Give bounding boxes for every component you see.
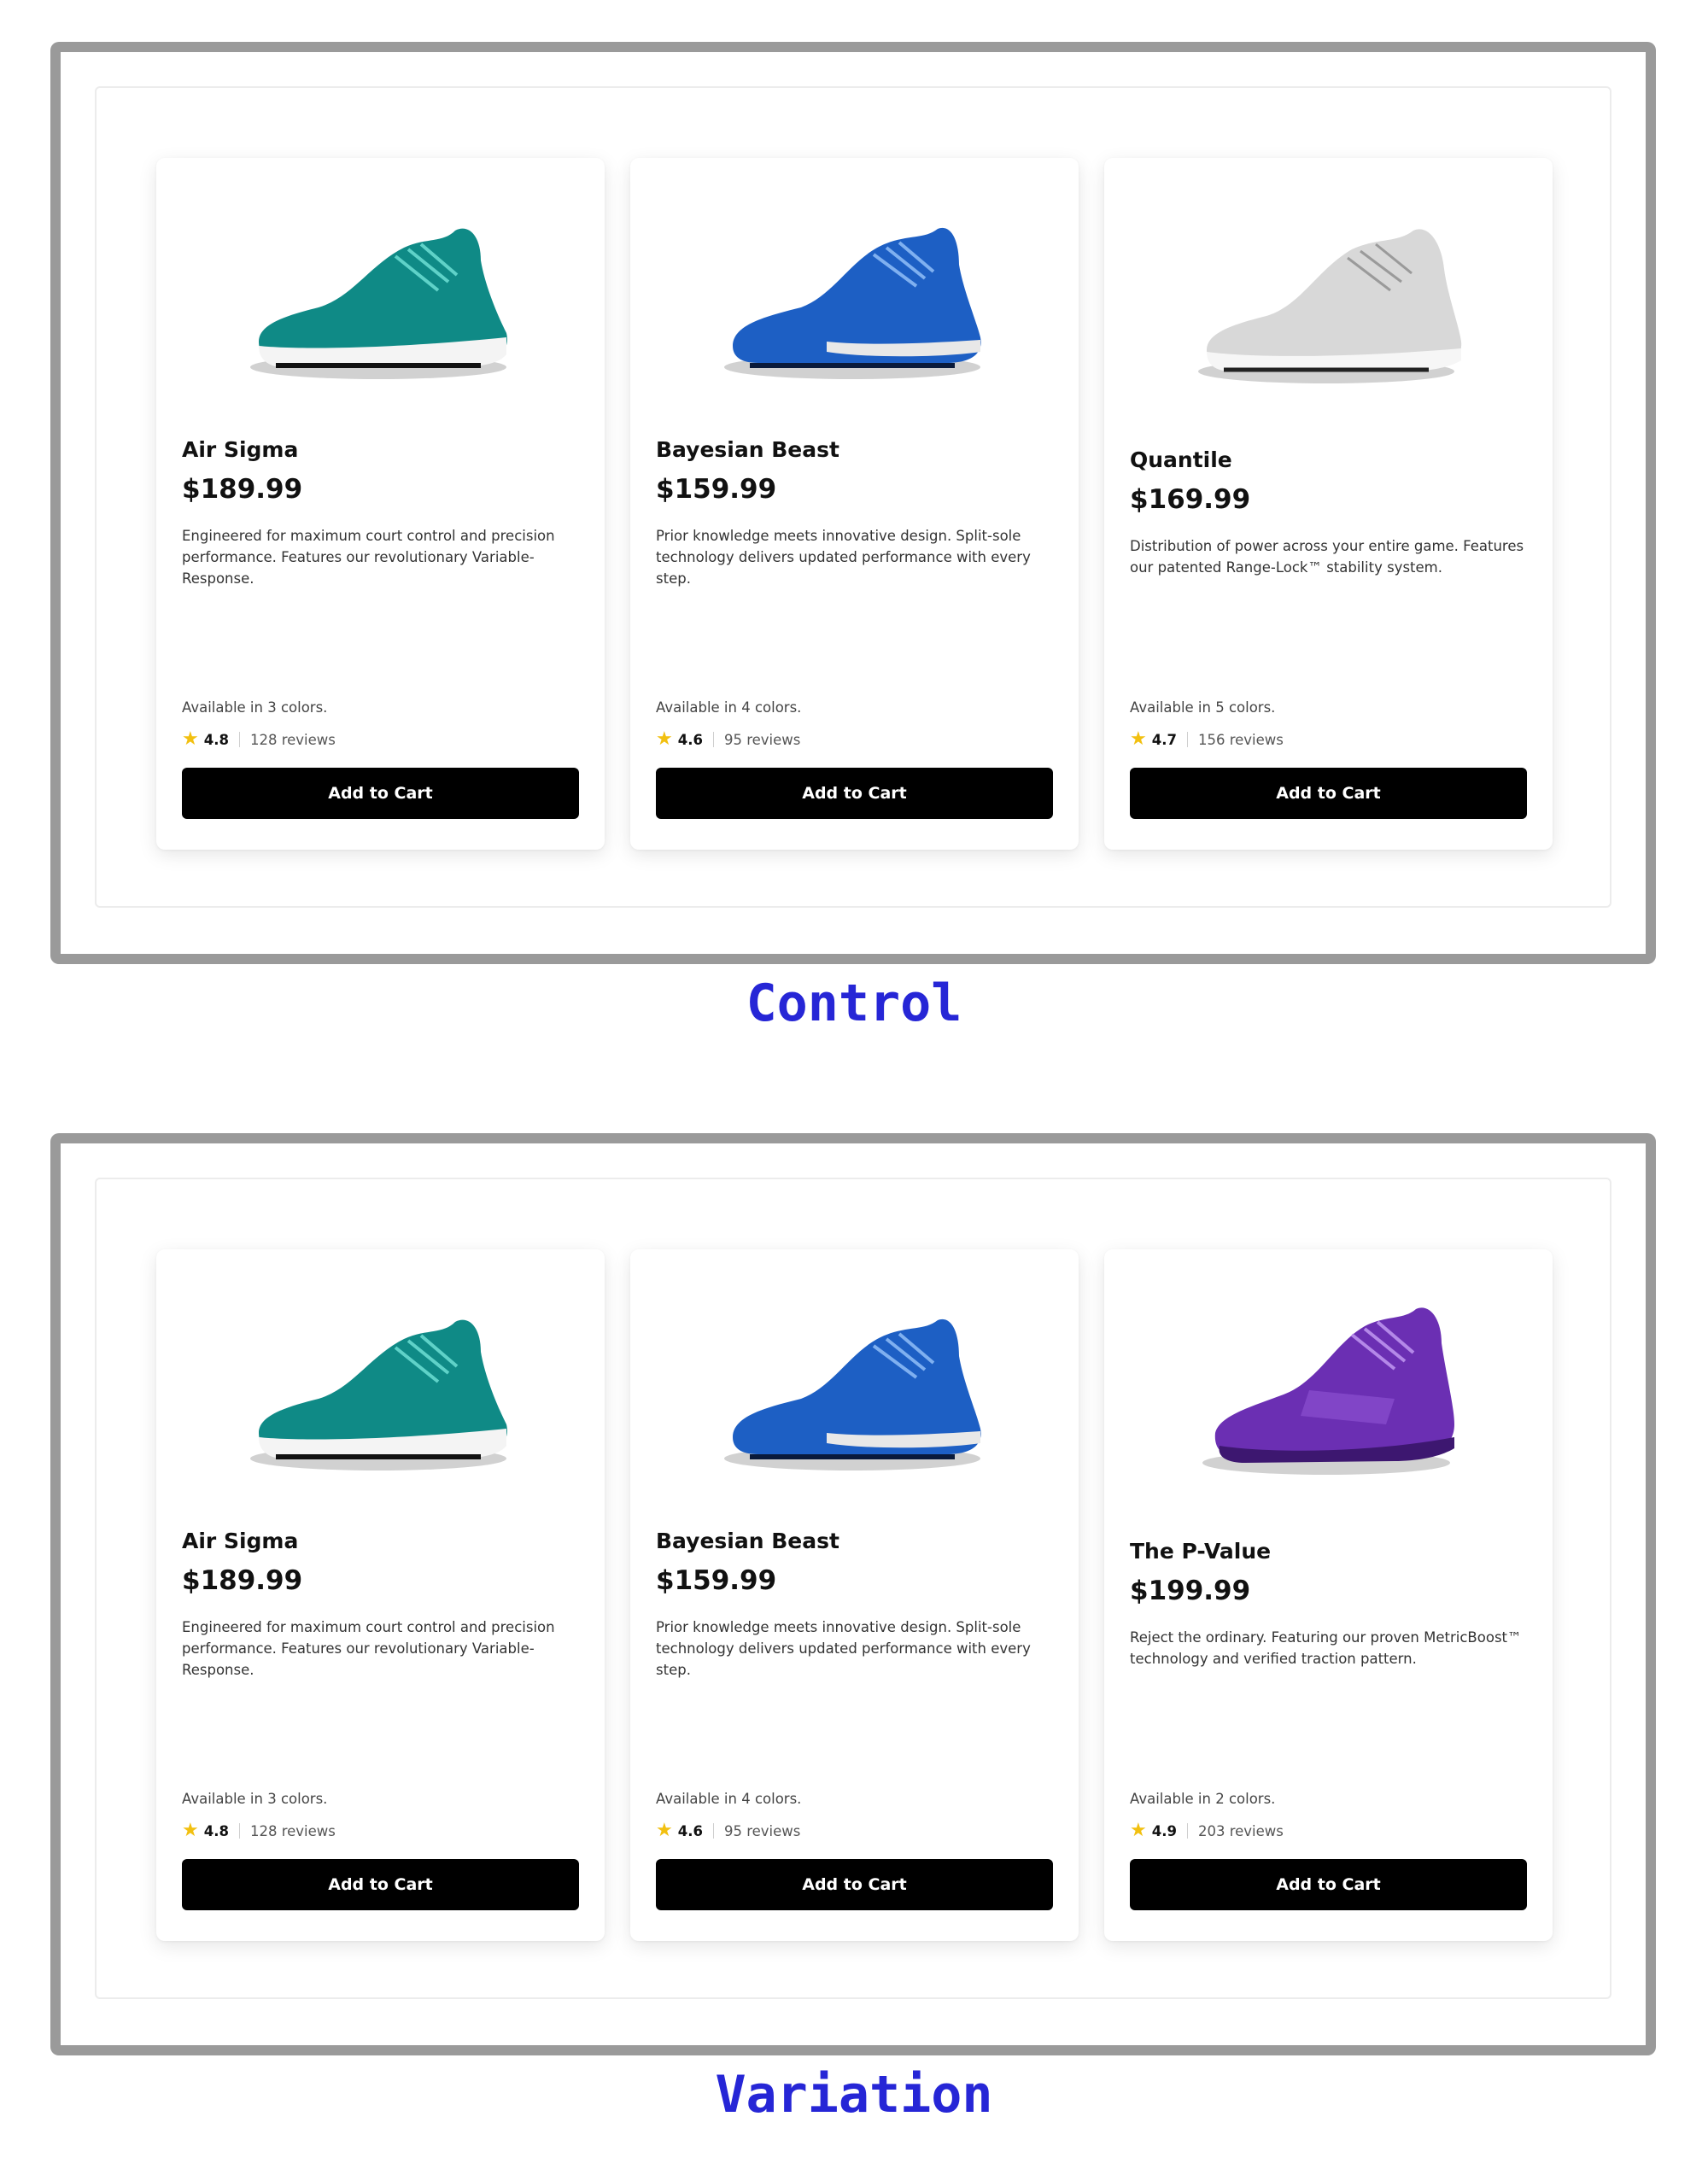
divider	[238, 732, 240, 747]
available-colors: Available in 4 colors.	[656, 699, 802, 716]
rating-value: 4.7	[1151, 731, 1177, 748]
product-price: $189.99	[182, 1565, 303, 1596]
product-description: Engineered for maximum court control and…	[182, 528, 555, 587]
product-price: $159.99	[656, 1565, 777, 1596]
available-colors: Available in 5 colors.	[1130, 699, 1276, 716]
rating: ★ 4.6 95 reviews	[656, 1821, 800, 1840]
product-card[interactable]: Bayesian Beast $159.99 Prior knowledge m…	[630, 1249, 1079, 1941]
available-colors: Available in 4 colors.	[656, 1791, 802, 1807]
product-name: Air Sigma	[182, 1529, 299, 1553]
teal-sneaker-image	[250, 228, 507, 379]
product-grid-container: Air Sigma $189.99 Engineered for maximum…	[95, 86, 1611, 908]
rating-value: 4.8	[203, 1822, 229, 1839]
divider	[712, 1823, 714, 1839]
add-to-cart-button[interactable]: Add to Cart	[182, 768, 579, 819]
product-name: The P-Value	[1130, 1539, 1272, 1564]
available-colors: Available in 3 colors.	[182, 699, 328, 716]
rating: ★ 4.9 203 reviews	[1130, 1821, 1284, 1840]
product-description: Prior knowledge meets innovative design.…	[656, 1619, 1031, 1678]
add-to-cart-button[interactable]: Add to Cart	[656, 1859, 1053, 1910]
product-card[interactable]: Quantile $169.99 Distribution of power a…	[1104, 158, 1553, 850]
star-icon: ★	[1130, 1820, 1147, 1841]
available-colors: Available in 3 colors.	[182, 1791, 328, 1807]
variation-label: Variation	[715, 2065, 993, 2125]
rating: ★ 4.7 156 reviews	[1130, 730, 1284, 749]
product-grid: Air Sigma $189.99 Engineered for maximum…	[156, 158, 1553, 850]
product-card[interactable]: Bayesian Beast $159.99 Prior knowledge m…	[630, 158, 1079, 850]
rating-value: 4.6	[677, 731, 703, 748]
divider	[1186, 732, 1188, 747]
product-price: $189.99	[182, 474, 303, 505]
divider	[1186, 1823, 1188, 1839]
review-count[interactable]: 95 reviews	[724, 732, 800, 748]
star-icon: ★	[182, 1820, 199, 1841]
review-count[interactable]: 156 reviews	[1198, 732, 1284, 748]
star-icon: ★	[656, 728, 673, 750]
product-price: $199.99	[1130, 1576, 1251, 1606]
review-count[interactable]: 203 reviews	[1198, 1823, 1284, 1839]
rating-value: 4.6	[677, 1822, 703, 1839]
blue-sneaker-image	[724, 1318, 981, 1470]
product-name: Bayesian Beast	[656, 1529, 839, 1553]
rating: ★ 4.8 128 reviews	[182, 730, 336, 749]
add-to-cart-button[interactable]: Add to Cart	[656, 768, 1053, 819]
variation-panel: Air Sigma $189.99 Engineered for maximum…	[50, 1133, 1656, 2055]
product-name: Quantile	[1130, 447, 1232, 472]
review-count[interactable]: 128 reviews	[250, 732, 336, 748]
control-panel: Air Sigma $189.99 Engineered for maximum…	[50, 42, 1656, 964]
product-name: Air Sigma	[182, 437, 299, 462]
blue-sneaker-image	[724, 227, 981, 379]
rating-value: 4.8	[203, 731, 229, 748]
product-description: Prior knowledge meets innovative design.…	[656, 528, 1031, 587]
product-description: Engineered for maximum court control and…	[182, 1619, 555, 1678]
add-to-cart-button[interactable]: Add to Cart	[182, 1859, 579, 1910]
teal-sneaker-image	[250, 1319, 507, 1470]
rating: ★ 4.8 128 reviews	[182, 1821, 336, 1840]
review-count[interactable]: 128 reviews	[250, 1823, 336, 1839]
review-count[interactable]: 95 reviews	[724, 1823, 800, 1839]
product-name: Bayesian Beast	[656, 437, 839, 462]
add-to-cart-button[interactable]: Add to Cart	[1130, 768, 1527, 819]
product-card[interactable]: The P-Value $199.99 Reject the ordinary.…	[1104, 1249, 1553, 1941]
star-icon: ★	[656, 1820, 673, 1841]
rating: ★ 4.6 95 reviews	[656, 730, 800, 749]
product-description: Reject the ordinary. Featuring our prove…	[1130, 1629, 1522, 1667]
star-icon: ★	[1130, 728, 1147, 750]
product-description: Distribution of power across your entire…	[1130, 538, 1524, 576]
product-card[interactable]: Air Sigma $189.99 Engineered for maximum…	[156, 1249, 605, 1941]
control-label: Control	[746, 973, 962, 1033]
product-card[interactable]: Air Sigma $189.99 Engineered for maximum…	[156, 158, 605, 850]
star-icon: ★	[182, 728, 199, 750]
add-to-cart-button[interactable]: Add to Cart	[1130, 1859, 1527, 1910]
white-sneaker-image	[1198, 229, 1462, 383]
purple-sneaker-image	[1202, 1307, 1454, 1475]
product-grid-container: Air Sigma $189.99 Engineered for maximum…	[95, 1178, 1611, 1999]
available-colors: Available in 2 colors.	[1130, 1791, 1276, 1807]
rating-value: 4.9	[1151, 1822, 1177, 1839]
product-grid: Air Sigma $189.99 Engineered for maximum…	[156, 1249, 1553, 1941]
divider	[238, 1823, 240, 1839]
product-price: $169.99	[1130, 484, 1251, 515]
divider	[712, 732, 714, 747]
product-price: $159.99	[656, 474, 777, 505]
